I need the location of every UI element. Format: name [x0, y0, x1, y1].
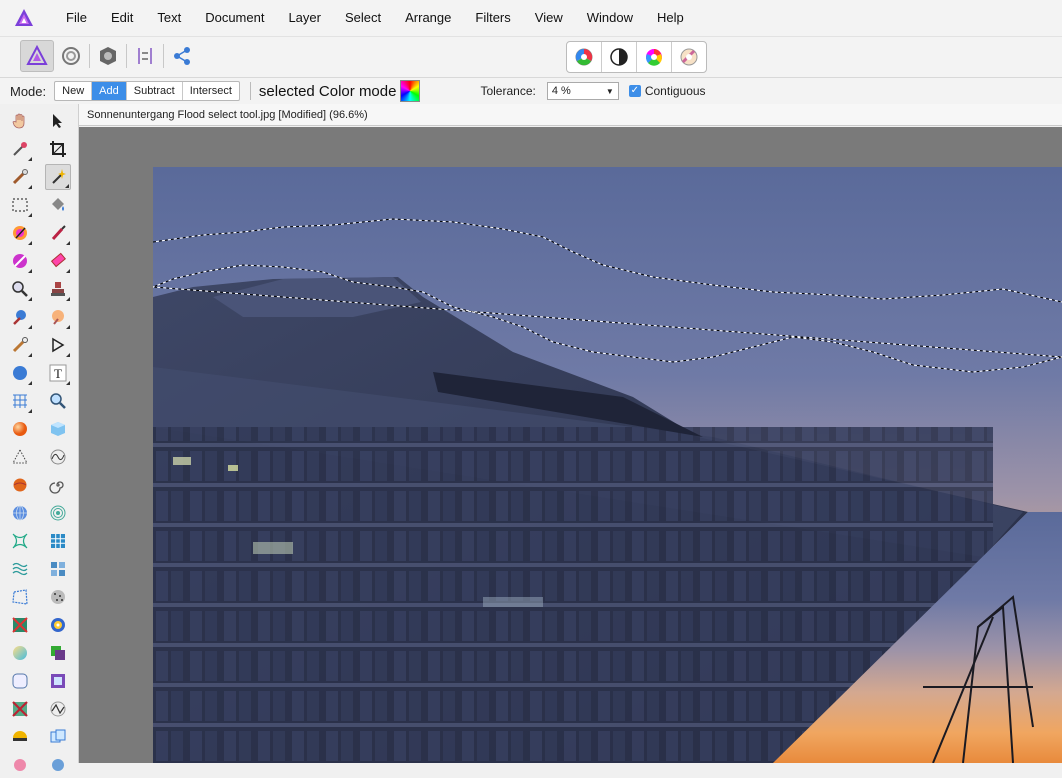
menu-arrange[interactable]: Arrange	[393, 0, 463, 36]
mode-new-button[interactable]: New	[55, 82, 93, 100]
toolbar-separator	[126, 44, 127, 68]
toolbar-separator	[163, 44, 164, 68]
pinch-filter-icon[interactable]	[7, 528, 33, 554]
blue-globe-icon[interactable]	[7, 500, 33, 526]
erase-brush-icon[interactable]	[45, 248, 71, 274]
mode-intersect-button[interactable]: Intersect	[183, 82, 239, 100]
selection-brush-icon[interactable]	[7, 164, 33, 190]
persona-group	[20, 40, 199, 72]
menu-filters[interactable]: Filters	[463, 0, 522, 36]
mode-add-button[interactable]: Add	[92, 82, 127, 100]
affinity-photo-logo-icon[interactable]	[12, 6, 36, 30]
toolbar-separator	[89, 44, 90, 68]
selected-mode-text: selected Color mode	[258, 82, 397, 100]
color-mode-swatch[interactable]	[400, 80, 421, 102]
auto-levels-icon[interactable]	[567, 42, 602, 72]
menu-document[interactable]: Document	[193, 0, 276, 36]
cube-3d-icon[interactable]	[45, 416, 71, 442]
menu-file[interactable]: File	[54, 0, 99, 36]
gradient-sphere-icon[interactable]	[7, 640, 33, 666]
menu-view[interactable]: View	[523, 0, 575, 36]
triangle-filter-icon[interactable]	[7, 444, 33, 470]
contiguous-checkbox[interactable]: ✓	[628, 85, 641, 97]
menu-text[interactable]: Text	[145, 0, 193, 36]
menu-bar: File Edit Text Document Layer Select Arr…	[0, 0, 1062, 36]
wave-distort-icon[interactable]	[7, 556, 33, 582]
fill-tool-icon[interactable]	[45, 192, 71, 218]
move-tool-arrow-icon[interactable]	[45, 108, 71, 134]
partial-globe-icon[interactable]	[45, 752, 71, 778]
tolerance-dropdown[interactable]: 4 % ▼	[546, 82, 619, 100]
clone-stamp-icon[interactable]	[45, 276, 71, 302]
chevron-down-icon: ▼	[605, 86, 614, 96]
ripple-filter-icon[interactable]	[45, 500, 71, 526]
perspective-filter-icon[interactable]	[7, 584, 33, 610]
text-tool-icon[interactable]: T	[45, 360, 71, 386]
color-wheel-filter-icon[interactable]	[45, 612, 71, 638]
selection-mode-segmented: New Add Subtract Intersect	[54, 81, 240, 101]
menu-help[interactable]: Help	[645, 0, 696, 36]
photo-persona-icon[interactable]	[20, 40, 54, 72]
smudge-tool-icon[interactable]	[7, 332, 33, 358]
toolbar	[0, 36, 1062, 77]
export-persona-icon[interactable]	[165, 40, 199, 72]
mode-label: Mode:	[10, 83, 47, 99]
color-replacement-icon[interactable]	[7, 248, 33, 274]
grid-filter-icon[interactable]	[45, 528, 71, 554]
contiguous-label: Contiguous	[644, 84, 706, 98]
auto-adjust-group	[566, 41, 707, 73]
liquify-persona-icon[interactable]	[54, 40, 88, 72]
sponge-tool-icon[interactable]	[45, 304, 71, 330]
context-separator	[249, 82, 251, 100]
rounded-square-icon[interactable]	[7, 668, 33, 694]
menu-layer[interactable]: Layer	[276, 0, 333, 36]
tolerance-label: Tolerance:	[480, 84, 536, 98]
tolerance-value: 4 %	[551, 85, 571, 97]
menu-select[interactable]: Select	[333, 0, 393, 36]
flood-fill-color-icon[interactable]	[7, 220, 33, 246]
orange-planet-icon[interactable]	[7, 472, 33, 498]
mesh-warp-icon[interactable]	[7, 388, 33, 414]
duo-square-icon[interactable]	[45, 640, 71, 666]
document-photo[interactable]	[153, 167, 1062, 763]
document-tab[interactable]: Sonnenuntergang Flood select tool.jpg [M…	[79, 104, 1062, 126]
orange-sphere-icon[interactable]	[7, 416, 33, 442]
half-dome-icon[interactable]	[7, 724, 33, 750]
tools-panel: T	[0, 104, 79, 771]
twirl-filter-icon[interactable]	[45, 472, 71, 498]
crop-tool-icon[interactable]	[45, 136, 71, 162]
auto-contrast-icon[interactable]	[602, 42, 637, 72]
tile-filter-icon[interactable]	[45, 556, 71, 582]
menu-window[interactable]: Window	[575, 0, 645, 36]
cross-distort-icon[interactable]	[7, 696, 33, 722]
view-tool-hand-icon[interactable]	[7, 108, 33, 134]
pen-tool-icon[interactable]	[45, 332, 71, 358]
mode-subtract-button[interactable]: Subtract	[127, 82, 183, 100]
auto-colors-icon[interactable]	[637, 42, 672, 72]
signal-filter-icon[interactable]	[45, 696, 71, 722]
context-toolbar: Mode: New Add Subtract Intersect selecte…	[0, 77, 1062, 105]
red-cross-filter-icon[interactable]	[7, 612, 33, 638]
zoom-tool-icon[interactable]	[45, 388, 71, 414]
zoom-magnifier-icon[interactable]	[7, 276, 33, 302]
frame-filter-icon[interactable]	[45, 668, 71, 694]
wave-filter-icon[interactable]	[45, 444, 71, 470]
svg-text:T: T	[54, 366, 62, 381]
ellipse-shape-icon[interactable]	[7, 360, 33, 386]
noise-filter-icon[interactable]	[45, 584, 71, 610]
develop-persona-icon[interactable]	[91, 40, 125, 72]
paint-brush-icon[interactable]	[45, 220, 71, 246]
dodge-burn-icon[interactable]	[7, 304, 33, 330]
partial-tool-icon[interactable]	[7, 752, 33, 778]
color-picker-icon[interactable]	[7, 136, 33, 162]
photo-illustration	[153, 167, 1062, 763]
copy-squares-icon[interactable]	[45, 724, 71, 750]
flood-select-tool-icon[interactable]	[45, 164, 71, 190]
menu-edit[interactable]: Edit	[99, 0, 145, 36]
tone-mapping-persona-icon[interactable]	[128, 40, 162, 72]
auto-white-balance-icon[interactable]	[672, 42, 706, 72]
rectangle-marquee-icon[interactable]	[7, 192, 33, 218]
